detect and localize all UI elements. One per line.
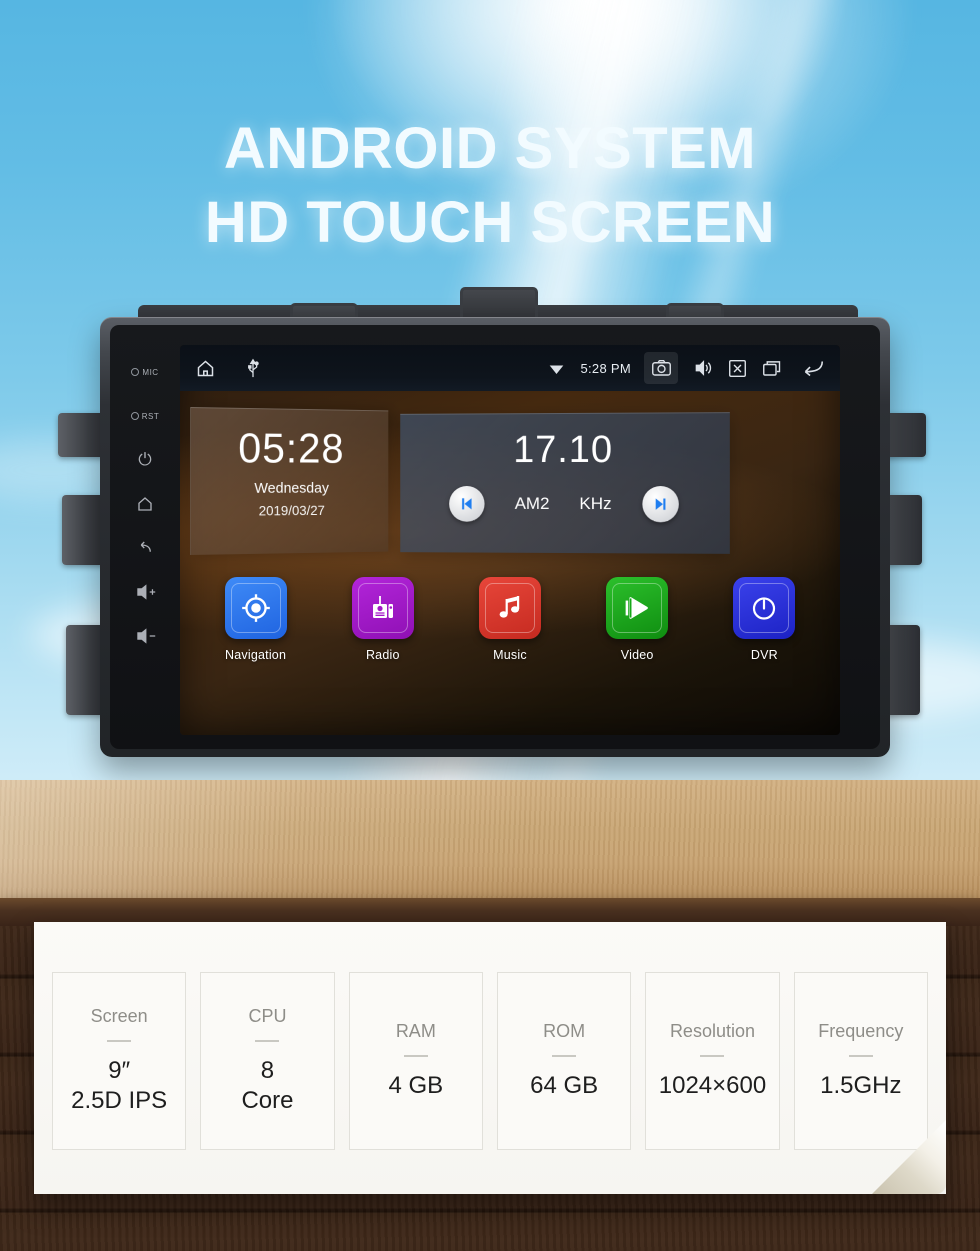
spec-card: CPU 8 Core <box>200 972 334 1150</box>
recents-icon[interactable] <box>761 357 783 379</box>
app-shortcut-row: Navigation Radio Music Video DVR <box>192 577 828 662</box>
unit-chassis: MIC RST ⏻ 5:28 PM 05:28 Wednesday 2019/0… <box>100 317 890 757</box>
spec-divider <box>107 1040 131 1042</box>
music-note-icon <box>494 592 526 624</box>
headline-line-2: HD TOUCH SCREEN <box>0 186 980 260</box>
home-icon[interactable] <box>194 357 216 379</box>
spec-title: CPU <box>248 1006 286 1027</box>
app-label: Music <box>460 648 560 662</box>
radio-band: AM2 <box>515 494 550 514</box>
dvr-tile[interactable] <box>733 577 795 639</box>
volume-icon[interactable] <box>691 357 713 379</box>
app-label: Video <box>587 648 687 662</box>
radio-unit: KHz <box>579 494 611 514</box>
mic-led-icon <box>131 368 139 376</box>
skip-next-icon <box>652 496 668 512</box>
skip-previous-icon <box>459 496 475 512</box>
spec-title: Screen <box>91 1006 148 1027</box>
volume-down-icon <box>134 628 156 644</box>
headline: ANDROID SYSTEM HD TOUCH SCREEN <box>0 112 980 260</box>
wifi-icon <box>545 357 567 379</box>
spec-sheet-card: Screen 9″ 2.5D IPS CPU 8 Core RAM 4 GB R… <box>34 922 946 1194</box>
power-icon: ⏻ <box>138 450 151 470</box>
app-dvr[interactable]: DVR <box>714 577 814 662</box>
power-button[interactable]: ⏻ <box>138 447 151 473</box>
radio-set-icon <box>367 592 399 624</box>
headline-line-1: ANDROID SYSTEM <box>0 112 980 186</box>
clock-weekday: Wednesday <box>191 480 388 497</box>
radio-prev-button[interactable] <box>450 486 485 522</box>
spec-title: Resolution <box>670 1021 755 1042</box>
spec-divider <box>849 1055 873 1057</box>
spec-card: Frequency 1.5GHz <box>794 972 928 1150</box>
status-bar-clock: 5:28 PM <box>580 361 631 376</box>
spec-card: RAM 4 GB <box>349 972 483 1150</box>
volume-up-icon <box>134 584 156 600</box>
spec-divider <box>552 1055 576 1057</box>
clock-date: 2019/03/27 <box>191 502 388 519</box>
spec-value: 64 GB <box>530 1071 598 1101</box>
spec-title: Frequency <box>818 1021 903 1042</box>
music-tile[interactable] <box>479 577 541 639</box>
back-icon[interactable] <box>796 357 826 379</box>
spec-value: 1.5GHz <box>820 1071 901 1101</box>
spec-card: ROM 64 GB <box>497 972 631 1150</box>
app-label: DVR <box>714 648 814 662</box>
shelf-highlight <box>0 780 520 898</box>
app-radio[interactable]: Radio <box>333 577 433 662</box>
play-triangle-icon <box>620 591 654 625</box>
close-icon[interactable] <box>726 357 748 379</box>
clock-time: 05:28 <box>191 424 388 472</box>
radio-tile[interactable] <box>352 577 414 639</box>
back-button[interactable] <box>136 535 154 561</box>
video-tile[interactable] <box>606 577 668 639</box>
touch-screen[interactable]: 5:28 PM 05:28 Wednesday 2019/03/27 17.10… <box>180 345 840 735</box>
car-head-unit: MIC RST ⏻ 5:28 PM 05:28 Wednesday 2019/0… <box>58 295 923 770</box>
spec-value: 1024×600 <box>659 1071 766 1101</box>
product-banner: ANDROID SYSTEM HD TOUCH SCREEN MIC RST ⏻ <box>0 0 980 1251</box>
radio-widget[interactable]: 17.10 AM2 KHz <box>400 412 730 554</box>
app-label: Radio <box>333 648 433 662</box>
spec-divider <box>404 1055 428 1057</box>
clock-widget[interactable]: 05:28 Wednesday 2019/03/27 <box>190 407 388 555</box>
reset-indicator[interactable]: RST <box>131 403 160 429</box>
radio-frequency: 17.10 <box>400 427 730 472</box>
home-button[interactable] <box>136 491 154 517</box>
hardware-key-column: MIC RST ⏻ <box>118 359 172 709</box>
app-label: Navigation <box>206 648 306 662</box>
spec-divider <box>700 1055 724 1057</box>
spec-card: Screen 9″ 2.5D IPS <box>52 972 186 1150</box>
android-status-bar: 5:28 PM <box>180 345 840 391</box>
back-icon <box>136 539 154 557</box>
spec-value: 4 GB <box>388 1071 443 1101</box>
app-navigation[interactable]: Navigation <box>206 577 306 662</box>
volume-up-button[interactable] <box>134 579 156 605</box>
reset-led-icon <box>131 412 139 420</box>
radio-next-button[interactable] <box>642 486 678 522</box>
home-icon <box>136 495 154 513</box>
app-video[interactable]: Video <box>587 577 687 662</box>
wood-shelf-surface <box>0 780 980 898</box>
spec-value: 9″ 2.5D IPS <box>71 1056 167 1116</box>
spec-divider <box>255 1040 279 1042</box>
usb-icon[interactable] <box>242 357 264 379</box>
camera-icon[interactable] <box>644 352 678 384</box>
gauge-icon <box>748 592 780 624</box>
spec-grid: Screen 9″ 2.5D IPS CPU 8 Core RAM 4 GB R… <box>52 972 928 1150</box>
navigation-crosshair-icon <box>239 591 273 625</box>
spec-value: 8 Core <box>241 1056 293 1116</box>
app-music[interactable]: Music <box>460 577 560 662</box>
navigation-tile[interactable] <box>225 577 287 639</box>
spec-title: ROM <box>543 1021 585 1042</box>
volume-down-button[interactable] <box>134 623 156 649</box>
mic-indicator: MIC <box>131 359 158 385</box>
spec-title: RAM <box>396 1021 436 1042</box>
spec-card: Resolution 1024×600 <box>645 972 779 1150</box>
